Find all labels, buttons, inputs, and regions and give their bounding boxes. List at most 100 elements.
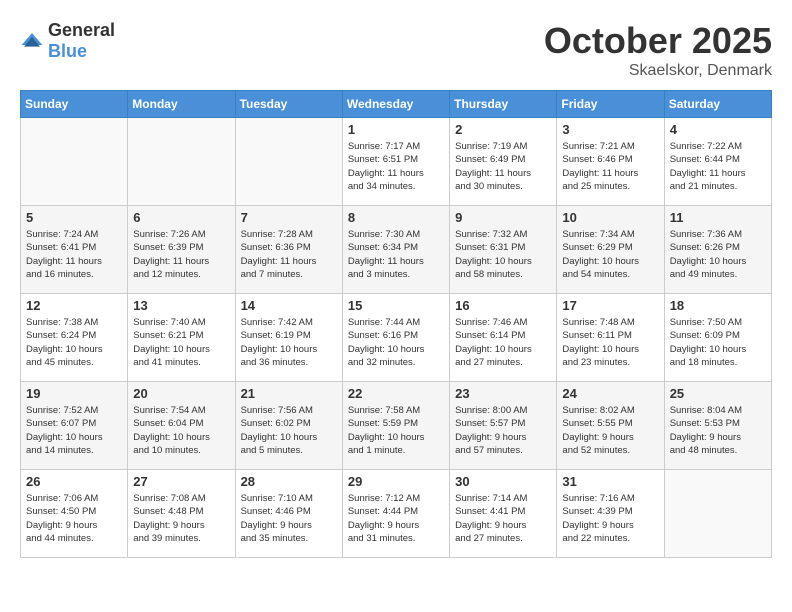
day-number: 8 (348, 210, 444, 225)
calendar-cell: 29 Sunrise: 7:12 AM Sunset: 4:44 PM Dayli… (342, 470, 449, 558)
day-number: 16 (455, 298, 551, 313)
day-number: 15 (348, 298, 444, 313)
calendar-cell: 4Sunrise: 7:22 AM Sunset: 6:44 PM Daylig… (664, 118, 771, 206)
calendar-cell: 3 Sunrise: 7:21 AM Sunset: 6:46 PM Daylig… (557, 118, 664, 206)
calendar-cell: 23 Sunrise: 8:00 AM Sunset: 5:57 PM Dayli… (450, 382, 557, 470)
calendar-cell: 31Sunrise: 7:16 AM Sunset: 4:39 PM Dayli… (557, 470, 664, 558)
logo-blue: Blue (48, 41, 87, 61)
day-info: Sunrise: 7:19 AM Sunset: 6:49 PM Dayligh… (455, 140, 551, 193)
calendar-cell: 15 Sunrise: 7:44 AM Sunset: 6:16 PM Dayli… (342, 294, 449, 382)
day-number: 22 (348, 386, 444, 401)
header-row: Sunday Monday Tuesday Wednesday Thursday… (21, 91, 772, 118)
calendar-cell: 28Sunrise: 7:10 AM Sunset: 4:46 PM Dayli… (235, 470, 342, 558)
col-saturday: Saturday (664, 91, 771, 118)
title-area: October 2025 Skaelskor, Denmark (544, 20, 772, 80)
day-info: Sunrise: 8:02 AM Sunset: 5:55 PM Dayligh… (562, 404, 658, 457)
day-info: Sunrise: 7:17 AM Sunset: 6:51 PM Dayligh… (348, 140, 444, 193)
day-info: Sunrise: 7:56 AM Sunset: 6:02 PM Dayligh… (241, 404, 337, 457)
day-number: 11 (670, 210, 766, 225)
col-friday: Friday (557, 91, 664, 118)
calendar-cell: 30 Sunrise: 7:14 AM Sunset: 4:41 PM Dayli… (450, 470, 557, 558)
day-info: Sunrise: 7:40 AM Sunset: 6:21 PM Dayligh… (133, 316, 229, 369)
col-tuesday: Tuesday (235, 91, 342, 118)
calendar-body: 1 Sunrise: 7:17 AM Sunset: 6:51 PM Daylig… (21, 118, 772, 558)
day-number: 2 (455, 122, 551, 137)
month-title: October 2025 (544, 20, 772, 62)
calendar-cell: 1 Sunrise: 7:17 AM Sunset: 6:51 PM Daylig… (342, 118, 449, 206)
day-number: 27 (133, 474, 229, 489)
day-info: Sunrise: 7:21 AM Sunset: 6:46 PM Dayligh… (562, 140, 658, 193)
calendar-cell: 11Sunrise: 7:36 AM Sunset: 6:26 PM Dayli… (664, 206, 771, 294)
day-number: 14 (241, 298, 337, 313)
calendar-cell: 2 Sunrise: 7:19 AM Sunset: 6:49 PM Daylig… (450, 118, 557, 206)
calendar-cell: 20Sunrise: 7:54 AM Sunset: 6:04 PM Dayli… (128, 382, 235, 470)
calendar-row-4: 19 Sunrise: 7:52 AM Sunset: 6:07 PM Dayli… (21, 382, 772, 470)
calendar-table: Sunday Monday Tuesday Wednesday Thursday… (20, 90, 772, 558)
day-info: Sunrise: 7:30 AM Sunset: 6:34 PM Dayligh… (348, 228, 444, 281)
day-info: Sunrise: 8:00 AM Sunset: 5:57 PM Dayligh… (455, 404, 551, 457)
calendar-cell: 5Sunrise: 7:24 AM Sunset: 6:41 PM Daylig… (21, 206, 128, 294)
calendar-cell: 22 Sunrise: 7:58 AM Sunset: 5:59 PM Dayli… (342, 382, 449, 470)
day-info: Sunrise: 7:32 AM Sunset: 6:31 PM Dayligh… (455, 228, 551, 281)
calendar-cell (128, 118, 235, 206)
day-number: 25 (670, 386, 766, 401)
day-info: Sunrise: 7:12 AM Sunset: 4:44 PM Dayligh… (348, 492, 444, 545)
calendar-cell: 13 Sunrise: 7:40 AM Sunset: 6:21 PM Dayli… (128, 294, 235, 382)
col-thursday: Thursday (450, 91, 557, 118)
col-monday: Monday (128, 91, 235, 118)
logo-icon (20, 29, 44, 53)
day-number: 1 (348, 122, 444, 137)
calendar-row-1: 1 Sunrise: 7:17 AM Sunset: 6:51 PM Daylig… (21, 118, 772, 206)
day-info: Sunrise: 7:58 AM Sunset: 5:59 PM Dayligh… (348, 404, 444, 457)
day-number: 30 (455, 474, 551, 489)
day-info: Sunrise: 7:34 AM Sunset: 6:29 PM Dayligh… (562, 228, 658, 281)
day-info: Sunrise: 7:44 AM Sunset: 6:16 PM Dayligh… (348, 316, 444, 369)
day-number: 3 (562, 122, 658, 137)
calendar-cell: 26Sunrise: 7:06 AM Sunset: 4:50 PM Dayli… (21, 470, 128, 558)
day-info: Sunrise: 7:48 AM Sunset: 6:11 PM Dayligh… (562, 316, 658, 369)
day-number: 31 (562, 474, 658, 489)
calendar-cell: 12Sunrise: 7:38 AM Sunset: 6:24 PM Dayli… (21, 294, 128, 382)
day-number: 19 (26, 386, 122, 401)
day-number: 24 (562, 386, 658, 401)
day-number: 23 (455, 386, 551, 401)
calendar-row-3: 12Sunrise: 7:38 AM Sunset: 6:24 PM Dayli… (21, 294, 772, 382)
calendar-cell: 8 Sunrise: 7:30 AM Sunset: 6:34 PM Daylig… (342, 206, 449, 294)
day-number: 26 (26, 474, 122, 489)
calendar-row-2: 5Sunrise: 7:24 AM Sunset: 6:41 PM Daylig… (21, 206, 772, 294)
calendar-cell: 18 Sunrise: 7:50 AM Sunset: 6:09 PM Dayli… (664, 294, 771, 382)
location: Skaelskor, Denmark (544, 62, 772, 80)
day-info: Sunrise: 7:52 AM Sunset: 6:07 PM Dayligh… (26, 404, 122, 457)
calendar-cell: 24 Sunrise: 8:02 AM Sunset: 5:55 PM Dayli… (557, 382, 664, 470)
day-number: 7 (241, 210, 337, 225)
calendar-row-5: 26Sunrise: 7:06 AM Sunset: 4:50 PM Dayli… (21, 470, 772, 558)
day-number: 21 (241, 386, 337, 401)
day-info: Sunrise: 7:50 AM Sunset: 6:09 PM Dayligh… (670, 316, 766, 369)
day-number: 5 (26, 210, 122, 225)
calendar-cell (21, 118, 128, 206)
day-info: Sunrise: 7:28 AM Sunset: 6:36 PM Dayligh… (241, 228, 337, 281)
col-wednesday: Wednesday (342, 91, 449, 118)
calendar-cell: 14 Sunrise: 7:42 AM Sunset: 6:19 PM Dayli… (235, 294, 342, 382)
calendar-cell: 9Sunrise: 7:32 AM Sunset: 6:31 PM Daylig… (450, 206, 557, 294)
day-number: 6 (133, 210, 229, 225)
logo: General Blue (20, 20, 115, 62)
day-info: Sunrise: 7:08 AM Sunset: 4:48 PM Dayligh… (133, 492, 229, 545)
logo-text: General Blue (48, 20, 115, 62)
calendar-cell: 21 Sunrise: 7:56 AM Sunset: 6:02 PM Dayli… (235, 382, 342, 470)
calendar-cell: 10Sunrise: 7:34 AM Sunset: 6:29 PM Dayli… (557, 206, 664, 294)
day-number: 18 (670, 298, 766, 313)
day-number: 28 (241, 474, 337, 489)
page-header: General Blue October 2025 Skaelskor, Den… (20, 20, 772, 80)
calendar-cell: 16Sunrise: 7:46 AM Sunset: 6:14 PM Dayli… (450, 294, 557, 382)
day-number: 17 (562, 298, 658, 313)
day-number: 20 (133, 386, 229, 401)
calendar-cell (664, 470, 771, 558)
day-info: Sunrise: 7:42 AM Sunset: 6:19 PM Dayligh… (241, 316, 337, 369)
day-info: Sunrise: 7:22 AM Sunset: 6:44 PM Dayligh… (670, 140, 766, 193)
calendar-cell: 27 Sunrise: 7:08 AM Sunset: 4:48 PM Dayli… (128, 470, 235, 558)
day-info: Sunrise: 8:04 AM Sunset: 5:53 PM Dayligh… (670, 404, 766, 457)
day-info: Sunrise: 7:14 AM Sunset: 4:41 PM Dayligh… (455, 492, 551, 545)
day-number: 13 (133, 298, 229, 313)
day-number: 29 (348, 474, 444, 489)
